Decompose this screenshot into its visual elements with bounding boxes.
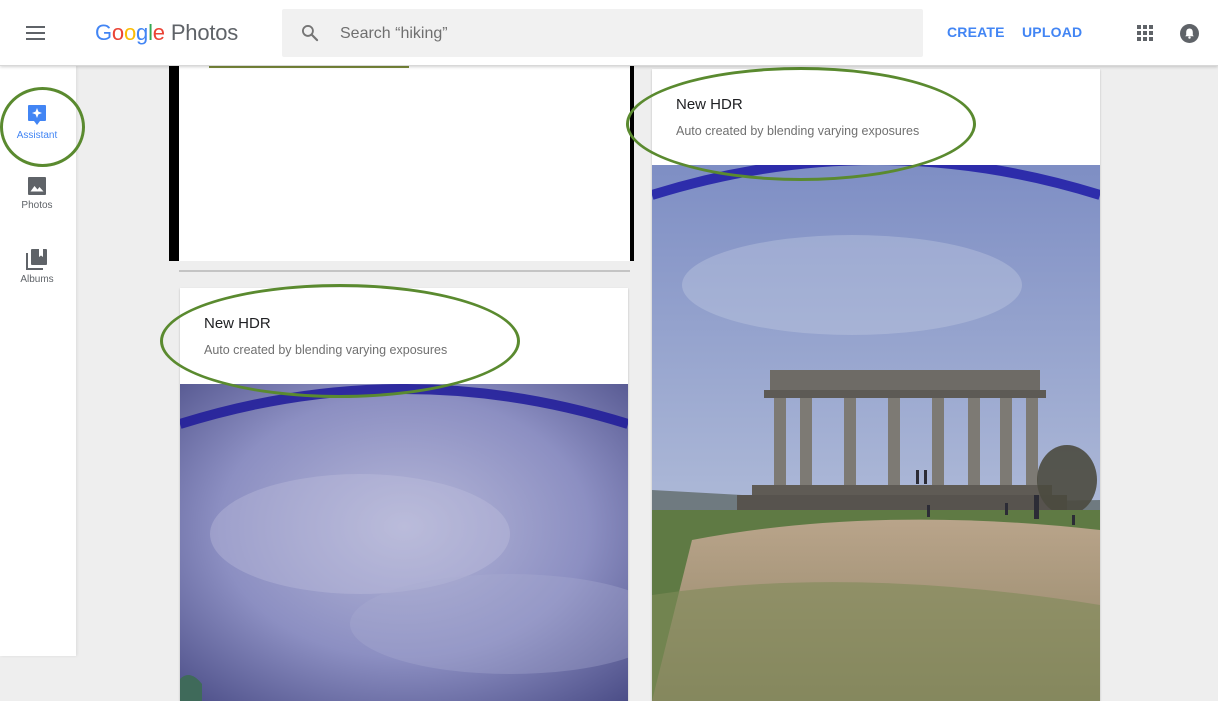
notifications-bell-icon[interactable] [1180, 24, 1199, 43]
menu-icon-bar [26, 38, 45, 40]
logo-letter: g [136, 20, 149, 45]
logo-letter: G [95, 20, 112, 45]
card-title: New HDR [204, 315, 271, 332]
hdr-card-right[interactable]: New HDR Auto created by blending varying… [652, 69, 1100, 701]
albums-icon [26, 249, 47, 270]
nav-item-photos[interactable]: Photos [0, 176, 74, 240]
previous-card-image-area [179, 66, 630, 261]
logo-letter: o [123, 20, 137, 45]
nav-label-assistant: Assistant [16, 130, 58, 141]
side-navigation: Assistant Photos Albums [0, 66, 76, 656]
logo-letter: e [152, 20, 165, 45]
nav-label-albums: Albums [20, 274, 54, 285]
nav-label-photos: Photos [21, 200, 53, 211]
card-subtitle: Auto created by blending varying exposur… [204, 343, 448, 357]
image-edge-strip [209, 66, 409, 68]
assistant-icon [28, 105, 46, 125]
main-menu-button[interactable] [22, 21, 52, 45]
search-input[interactable] [338, 21, 902, 47]
nav-item-albums[interactable]: Albums [0, 248, 74, 312]
bell-icon [1185, 28, 1194, 39]
card-subtitle: Auto created by blending varying exposur… [676, 124, 920, 138]
logo-product-name: Photos [170, 20, 239, 45]
previous-card[interactable] [169, 66, 634, 261]
apps-grid-icon[interactable] [1137, 25, 1154, 42]
upload-button[interactable]: UPLOAD [1022, 24, 1082, 40]
hdr-card-left[interactable]: New HDR Auto created by blending varying… [180, 288, 628, 701]
logo-letter: o [111, 20, 124, 45]
menu-icon-bar [26, 26, 45, 28]
photo-icon [28, 177, 46, 195]
google-photos-logo[interactable]: Google Photos [95, 20, 238, 46]
hdr-photo-graphic [652, 165, 1100, 701]
nav-item-assistant[interactable]: Assistant [0, 104, 74, 168]
menu-icon-bar [26, 32, 45, 34]
create-button[interactable]: CREATE [947, 24, 1005, 40]
hdr-photo-sky[interactable] [180, 384, 628, 701]
top-app-bar: GooglePhotos CREATE UPLOAD [0, 0, 1218, 66]
search-icon[interactable] [300, 23, 320, 43]
card-divider [179, 270, 630, 272]
hdr-photo-graphic [180, 384, 628, 701]
card-title: New HDR [676, 96, 743, 113]
hdr-photo-monument[interactable] [652, 165, 1100, 701]
search-bar[interactable] [282, 9, 923, 57]
